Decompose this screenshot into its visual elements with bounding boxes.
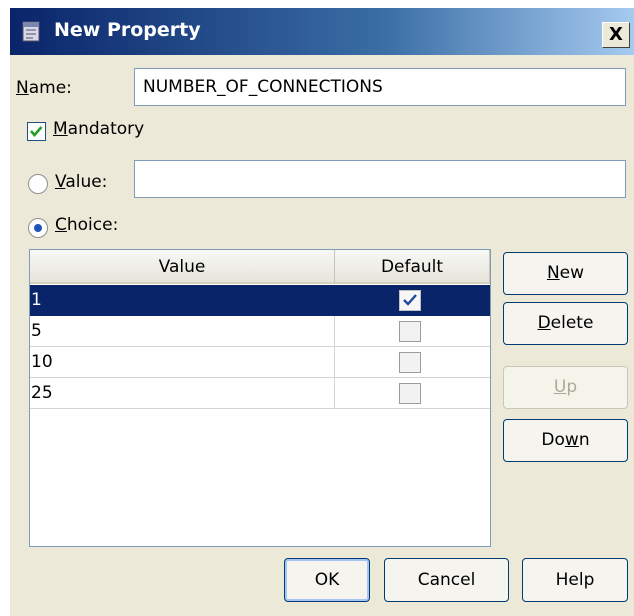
default-cell[interactable] — [335, 285, 490, 316]
down-button[interactable]: Down — [503, 419, 628, 462]
mandatory-label[interactable]: Mandatory — [53, 119, 144, 139]
value-radio-label[interactable]: Value: — [55, 172, 107, 192]
value-radio[interactable] — [28, 174, 48, 194]
default-checkbox[interactable] — [399, 290, 421, 311]
close-icon: X — [609, 24, 623, 45]
checkmark-icon — [403, 294, 417, 306]
value-field[interactable] — [134, 160, 626, 198]
value-cell[interactable]: 5 — [30, 316, 335, 347]
default-checkbox[interactable] — [399, 383, 421, 404]
default-cell[interactable] — [335, 347, 490, 378]
name-field[interactable]: NUMBER_OF_CONNECTIONS — [134, 68, 626, 106]
new-property-dialog: New Property X Name: NUMBER_OF_CONNECTIO… — [10, 8, 634, 616]
radio-selected-dot — [34, 224, 42, 232]
value-cell[interactable]: 25 — [30, 378, 335, 409]
value-cell[interactable]: 10 — [30, 347, 335, 378]
default-cell[interactable] — [335, 378, 490, 409]
table-row[interactable]: 25 — [30, 378, 490, 409]
default-cell[interactable] — [335, 316, 490, 347]
cancel-button[interactable]: Cancel — [384, 558, 509, 602]
name-label: Name: — [16, 78, 72, 98]
choice-radio-label[interactable]: Choice: — [55, 215, 118, 235]
window-title: New Property — [54, 19, 201, 41]
table-row[interactable]: 5 — [30, 316, 490, 347]
up-button[interactable]: Up — [503, 366, 628, 409]
ok-button[interactable]: OK — [284, 558, 370, 602]
column-header-default[interactable]: Default — [335, 250, 490, 284]
title-bar: New Property X — [10, 8, 634, 55]
choices-table[interactable]: Value Default 1 5 10 25 — [29, 249, 491, 547]
close-button[interactable]: X — [602, 22, 630, 48]
column-header-value[interactable]: Value — [30, 250, 335, 284]
checkmark-icon — [30, 126, 43, 137]
table-row[interactable]: 10 — [30, 347, 490, 378]
new-button[interactable]: New — [503, 252, 628, 295]
delete-button[interactable]: Delete — [503, 302, 628, 345]
choice-radio[interactable] — [28, 218, 48, 238]
mandatory-checkbox[interactable] — [27, 122, 46, 141]
value-cell[interactable]: 1 — [30, 285, 335, 316]
default-checkbox[interactable] — [399, 352, 421, 373]
table-header: Value Default — [30, 250, 490, 284]
property-app-icon — [22, 21, 40, 42]
help-button[interactable]: Help — [522, 558, 628, 602]
default-checkbox[interactable] — [399, 321, 421, 342]
table-row[interactable]: 1 — [30, 285, 490, 316]
